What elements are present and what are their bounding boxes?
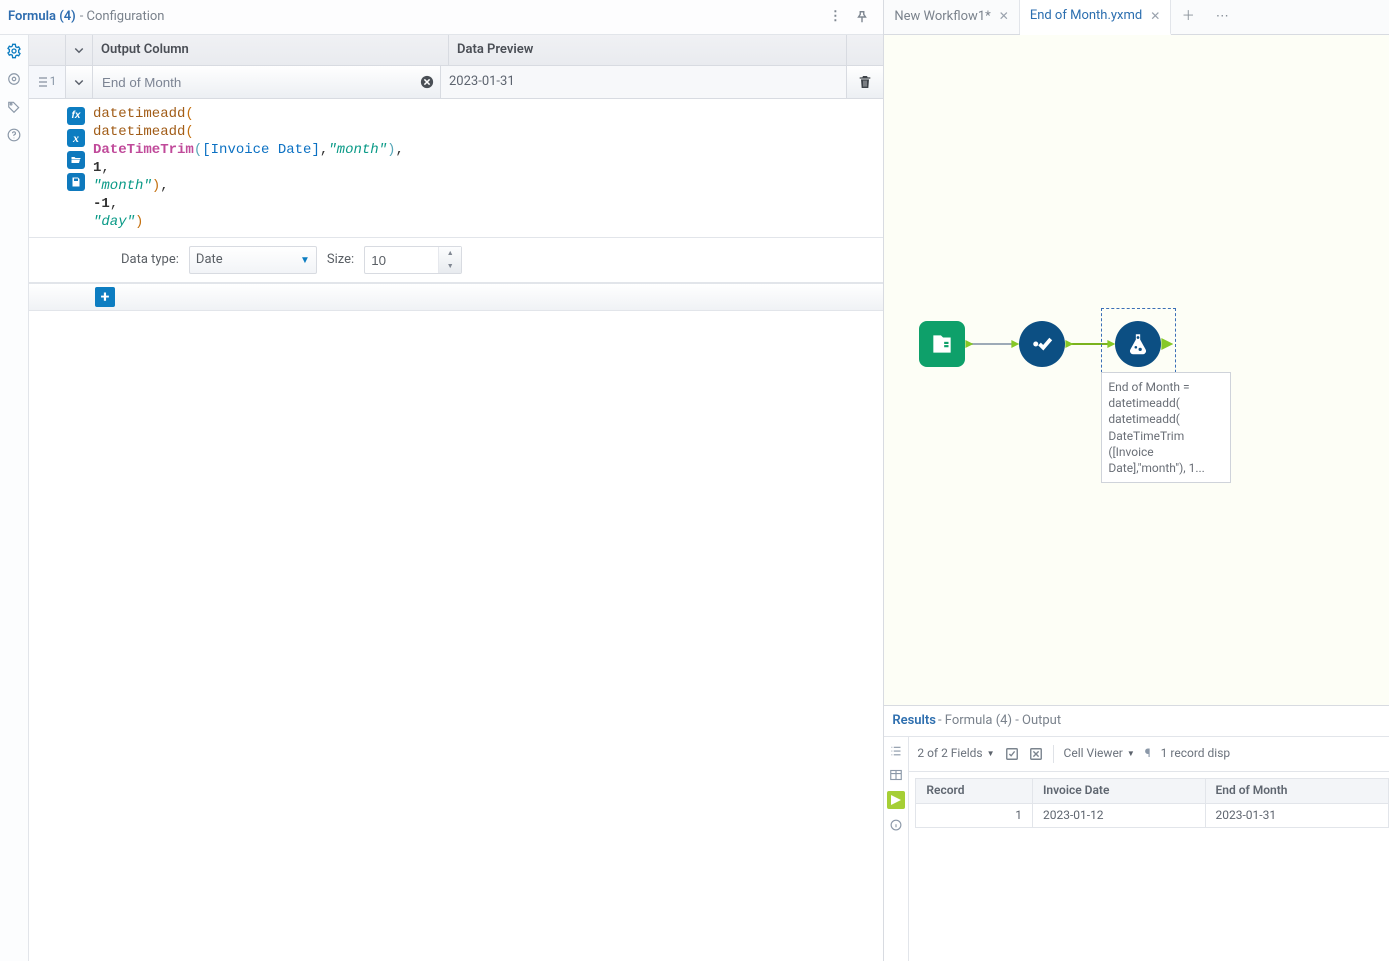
chevron-down-icon: ▼: [987, 749, 995, 759]
cell-invoice: 2023-01-12: [1032, 803, 1205, 828]
expression-editor: fx x datetimeadd( datetimeadd( DateTimeT…: [29, 99, 883, 238]
workflow-canvas[interactable]: End of Month = datetimeadd( datetimeadd(…: [884, 35, 1389, 705]
spin-up[interactable]: ▲: [439, 247, 461, 260]
x-var-icon[interactable]: x: [67, 129, 85, 147]
list-icon[interactable]: [888, 743, 904, 759]
fields-dropdown[interactable]: 2 of 2 Fields ▼: [917, 746, 994, 762]
config-title-bar: Formula (4) - Configuration ⋮: [0, 0, 883, 35]
pin-icon[interactable]: [849, 4, 875, 30]
output-column-input[interactable]: [97, 70, 418, 94]
cell-record: 1: [916, 803, 1033, 828]
chevron-down-icon: ▼: [1127, 749, 1135, 759]
input-tool-node[interactable]: [919, 321, 965, 367]
tab-end-of-month[interactable]: End of Month.yxmd ✕: [1020, 0, 1171, 35]
target-icon[interactable]: [4, 69, 24, 89]
help-icon[interactable]: [4, 125, 24, 145]
expression-code[interactable]: datetimeadd( datetimeadd( DateTimeTrim([…: [87, 105, 883, 231]
kebab-menu-icon[interactable]: ⋮: [823, 4, 849, 30]
data-type-label: Data type:: [121, 252, 179, 269]
table-icon[interactable]: [888, 767, 904, 783]
th-record[interactable]: Record: [916, 779, 1033, 804]
config-panel: Formula (4) - Configuration ⋮: [0, 0, 884, 961]
results-side-tabs: [884, 737, 909, 961]
chevron-down-icon: ▼: [300, 254, 310, 267]
results-title-bar: Results - Formula (4) - Output: [884, 706, 1389, 737]
save-icon[interactable]: [67, 173, 85, 191]
formula-tool-node[interactable]: [1115, 321, 1161, 367]
add-tab-button[interactable]: ＋: [1171, 0, 1205, 34]
type-row: Data type: Date ▼ Size: ▲ ▼: [29, 238, 883, 283]
size-input[interactable]: [365, 253, 438, 268]
grid-header: Output Column Data Preview: [29, 35, 883, 66]
size-stepper[interactable]: ▲ ▼: [364, 246, 462, 274]
preview-cell: 2023-01-31: [441, 66, 847, 98]
row-index: 1: [50, 74, 57, 90]
info-icon[interactable]: [888, 817, 904, 833]
data-type-dropdown[interactable]: Date ▼: [189, 246, 317, 274]
add-row: +: [29, 283, 883, 311]
size-label: Size:: [327, 252, 354, 269]
config-title: Formula (4): [8, 9, 76, 26]
th-end-of-month[interactable]: End of Month: [1205, 779, 1389, 804]
gear-icon[interactable]: [4, 41, 24, 61]
record-count: 1 record disp: [1161, 746, 1230, 762]
close-box-icon[interactable]: [1029, 747, 1043, 761]
results-table: Record Invoice Date End of Month 1 2023-…: [915, 778, 1389, 828]
th-invoice-date[interactable]: Invoice Date: [1032, 779, 1205, 804]
table-header-row: Record Invoice Date End of Month: [916, 779, 1389, 804]
add-expression-button[interactable]: +: [95, 287, 115, 307]
results-panel: Results - Formula (4) - Output: [884, 705, 1389, 961]
check-icon[interactable]: [1005, 747, 1019, 761]
cell-eom: 2023-01-31: [1205, 803, 1389, 828]
trash-icon[interactable]: [847, 66, 883, 98]
close-icon[interactable]: ✕: [999, 9, 1009, 25]
pilcrow-icon[interactable]: ¶: [1145, 746, 1151, 762]
node-annotation: End of Month = datetimeadd( datetimeadd(…: [1101, 372, 1231, 483]
spin-down[interactable]: ▼: [439, 260, 461, 273]
cell-viewer-dropdown[interactable]: Cell Viewer ▼: [1064, 746, 1135, 762]
more-tabs-button[interactable]: ⋯: [1205, 0, 1239, 34]
row-handle[interactable]: 1: [29, 66, 66, 98]
node-output-port[interactable]: [1161, 338, 1173, 350]
clear-icon[interactable]: [418, 73, 436, 91]
config-subtitle: - Configuration: [80, 9, 165, 26]
tag-icon[interactable]: [4, 97, 24, 117]
select-tool-node[interactable]: [1019, 321, 1065, 367]
workflow-tabs: New Workflow1* ✕ End of Month.yxmd ✕ ＋ ⋯: [884, 0, 1389, 35]
header-output: Output Column: [101, 42, 189, 59]
connector: [967, 343, 1017, 345]
header-preview: Data Preview: [457, 42, 533, 59]
output-anchor-icon[interactable]: [887, 791, 905, 809]
config-side-tabs: [0, 35, 29, 961]
row-toggle[interactable]: [66, 66, 93, 98]
connector: [1067, 343, 1113, 345]
results-toolbar: 2 of 2 Fields ▼ Cell Viewer ▼: [909, 737, 1389, 772]
fx-icon[interactable]: fx: [67, 107, 85, 125]
folder-open-icon[interactable]: [67, 151, 85, 169]
formula-row: 1 2023-01-31: [29, 66, 883, 99]
close-icon[interactable]: ✕: [1150, 9, 1160, 25]
tab-new-workflow[interactable]: New Workflow1* ✕: [884, 0, 1019, 34]
table-row[interactable]: 1 2023-01-12 2023-01-31: [916, 803, 1389, 828]
